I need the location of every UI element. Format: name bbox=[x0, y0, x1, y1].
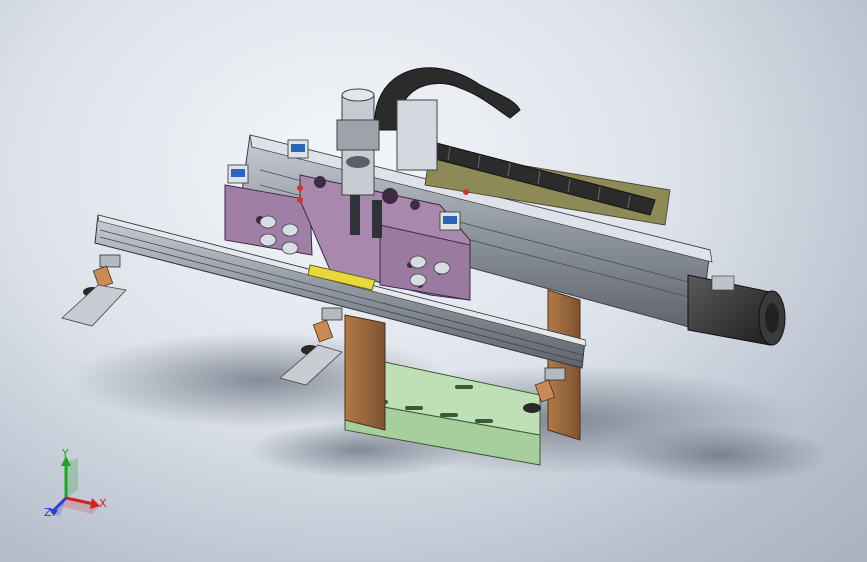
wood-support-left bbox=[344, 314, 386, 431]
cad-model-scene[interactable] bbox=[0, 0, 867, 562]
servo-motor bbox=[687, 274, 786, 346]
z-axis-label: Z bbox=[44, 506, 52, 519]
x-axis-label: X bbox=[99, 497, 107, 510]
cad-viewport[interactable]: X Y Z bbox=[0, 0, 867, 562]
y-axis-label: Y bbox=[62, 447, 69, 460]
